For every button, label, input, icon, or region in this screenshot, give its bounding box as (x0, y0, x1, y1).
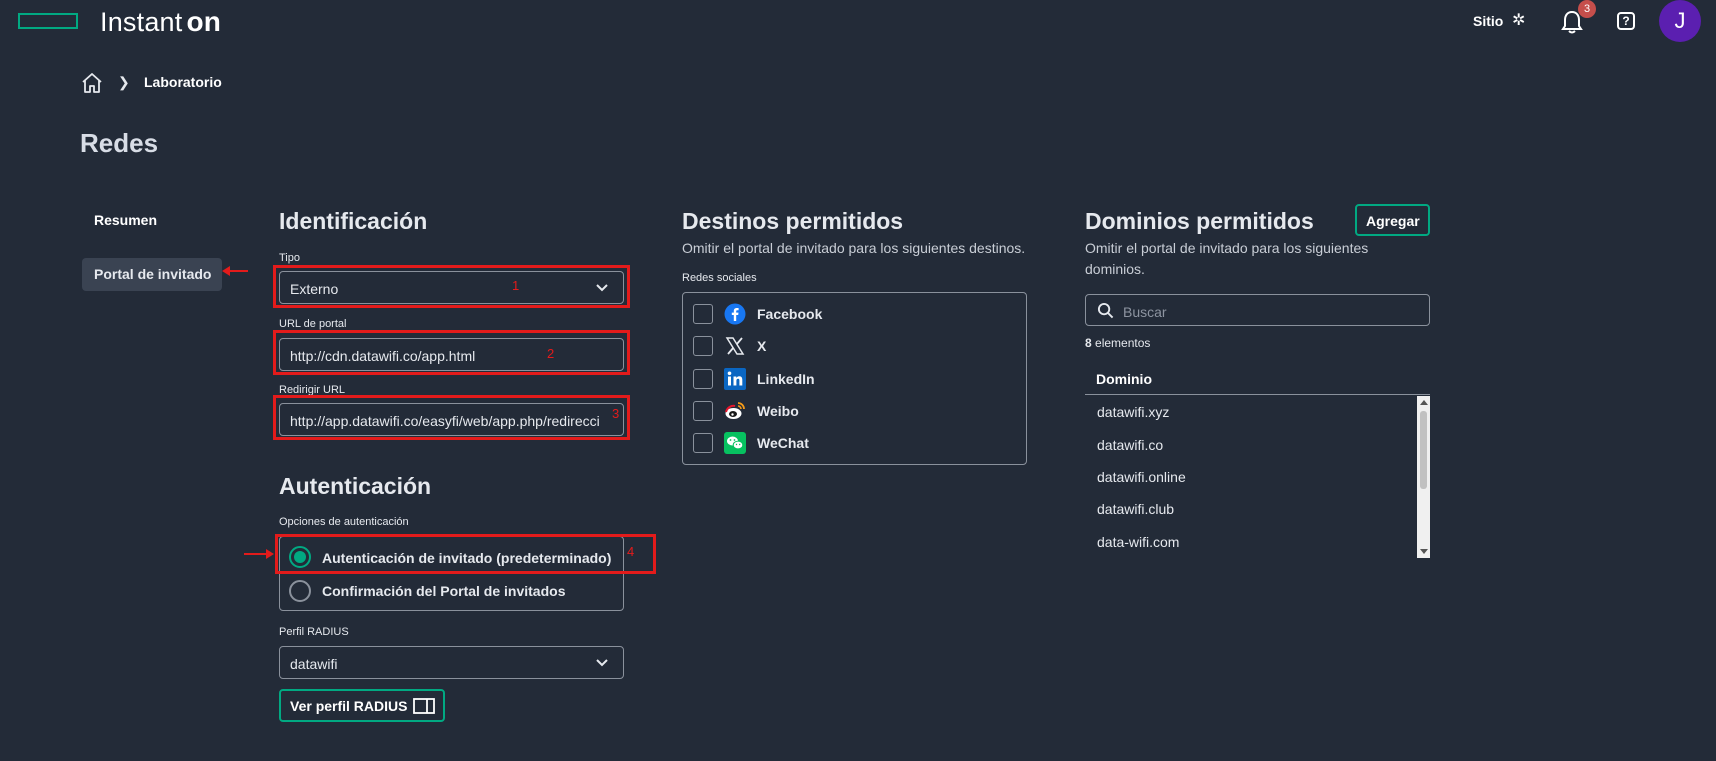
annotation-arrow (228, 270, 248, 272)
autenticacion-heading: Autenticación (279, 473, 432, 499)
domain-count: 8 elementos (1085, 336, 1150, 350)
scroll-down-icon[interactable] (1420, 549, 1428, 554)
page-title: Redes (80, 128, 159, 158)
checkbox-facebook[interactable] (693, 304, 713, 324)
social-x-label: X (757, 338, 767, 354)
social-facebook-label: Facebook (757, 306, 823, 322)
domain-scrollbar[interactable] (1417, 396, 1430, 558)
annotation-arrow (244, 553, 266, 555)
domain-count-number: 8 (1085, 336, 1092, 350)
table-row[interactable]: datawifi.club (1097, 501, 1174, 517)
social-wechat-label: WeChat (757, 435, 809, 451)
identificacion-heading: Identificación (279, 208, 428, 234)
checkbox-linkedin[interactable] (693, 369, 713, 389)
search-placeholder: Buscar (1123, 304, 1167, 320)
linkedin-icon (724, 368, 746, 390)
table-row[interactable]: data-wifi.com (1097, 534, 1179, 550)
chevron-right-icon: ❯ (118, 74, 130, 90)
destinos-description: Omitir el portal de invitado para los si… (682, 240, 1026, 256)
breadcrumb-current[interactable]: Laboratorio (144, 74, 222, 90)
chevron-down-icon (596, 659, 608, 667)
dominios-heading: Dominios permitidos (1085, 208, 1314, 234)
dominios-description-line1: Omitir el portal de invitado para los si… (1085, 240, 1369, 256)
auth-options-label: Opciones de autenticación (279, 516, 409, 528)
checkbox-weibo[interactable] (693, 401, 713, 421)
table-row[interactable]: datawifi.xyz (1097, 404, 1169, 420)
app-brand[interactable]: Instant on (100, 6, 221, 38)
dominios-description-line2: dominios. (1085, 261, 1145, 277)
annotation-number: 1 (512, 278, 520, 293)
annotation-box-2 (273, 330, 630, 375)
view-radius-label: Ver perfil RADIUS (290, 698, 408, 714)
brand-name: Instant (100, 7, 183, 37)
brand-on: on (186, 6, 222, 37)
search-icon (1097, 302, 1114, 319)
radio-portal-confirm[interactable] (289, 580, 311, 602)
notification-badge: 3 (1578, 0, 1596, 18)
checkbox-x[interactable] (693, 336, 713, 356)
scrollbar-thumb[interactable] (1420, 411, 1427, 489)
facebook-icon (724, 303, 746, 325)
annotation-number: 4 (627, 544, 635, 559)
annotation-box-3 (273, 395, 630, 440)
add-domain-button[interactable]: Agregar (1355, 204, 1430, 236)
view-radius-button[interactable]: Ver perfil RADIUS (279, 689, 445, 722)
annotation-box-4 (275, 534, 656, 574)
radius-label: Perfil RADIUS (279, 626, 349, 638)
gear-icon[interactable]: ✲ (1512, 10, 1525, 30)
radius-value: datawifi (290, 656, 338, 672)
social-linkedin-label: LinkedIn (757, 371, 815, 387)
url-label: URL de portal (279, 318, 347, 330)
tipo-label: Tipo (279, 252, 300, 264)
hpe-logo[interactable] (18, 13, 78, 29)
sidebar-item-label: Portal de invitado (94, 266, 212, 282)
table-header-divider (1085, 394, 1430, 395)
x-icon (725, 337, 745, 355)
avatar[interactable]: J (1659, 0, 1701, 42)
annotation-number: 2 (547, 346, 555, 361)
annotation-box-1 (273, 265, 630, 308)
search-input[interactable]: Buscar (1085, 294, 1430, 326)
annotation-arrowhead (266, 549, 274, 559)
table-row[interactable]: datawifi.online (1097, 469, 1186, 485)
domain-count-label: elementos (1095, 336, 1151, 350)
annotation-arrowhead (222, 266, 230, 276)
checkbox-wechat[interactable] (693, 433, 713, 453)
wechat-icon (724, 432, 746, 454)
scroll-up-icon[interactable] (1420, 400, 1428, 405)
weibo-icon (725, 402, 745, 419)
annotation-number: 3 (612, 406, 620, 421)
add-domain-label: Agregar (1366, 213, 1420, 229)
destinos-heading: Destinos permitidos (682, 208, 904, 234)
site-label[interactable]: Sitio (1473, 13, 1503, 29)
home-icon[interactable] (80, 71, 104, 95)
radius-select[interactable]: datawifi (279, 646, 624, 679)
sidebar-item-portal[interactable]: Portal de invitado (82, 258, 222, 291)
radio-portal-confirm-label[interactable]: Confirmación del Portal de invitados (322, 583, 565, 599)
panel-icon (413, 698, 435, 714)
social-label: Redes sociales (682, 272, 757, 284)
sidebar-item-resumen[interactable]: Resumen (94, 212, 157, 228)
domain-column-header[interactable]: Dominio (1096, 371, 1152, 387)
table-row[interactable]: datawifi.co (1097, 437, 1163, 453)
social-weibo-label: Weibo (757, 403, 799, 419)
help-icon[interactable]: ? (1617, 12, 1635, 30)
